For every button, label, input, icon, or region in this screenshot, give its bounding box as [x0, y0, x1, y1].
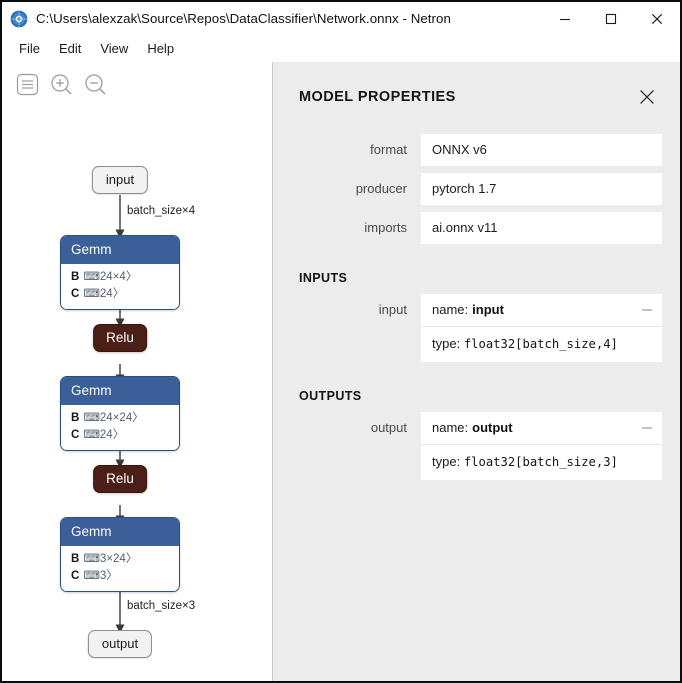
- node-attributes: B ⌨24×24〉 C ⌨24〉: [61, 405, 179, 450]
- field-value-imports[interactable]: ai.onnx v11: [421, 212, 662, 244]
- attribute-value: ⌨3×24〉: [83, 553, 138, 565]
- field-row-imports: imports ai.onnx v11: [273, 212, 680, 244]
- model-properties-fields: format ONNX v6 producer pytorch 1.7 impo…: [273, 134, 680, 244]
- node-title: Gemm: [61, 518, 179, 546]
- graph-node-relu-1[interactable]: Relu: [93, 324, 147, 352]
- node-label: output: [101, 636, 139, 651]
- graph-node-gemm-2[interactable]: Gemm B ⌨24×24〉 C ⌨24〉: [60, 376, 180, 451]
- title-bar: C:\Users\alexzak\Source\Repos\DataClassi…: [2, 2, 680, 35]
- window-title: C:\Users\alexzak\Source\Repos\DataClassi…: [36, 11, 451, 26]
- maximize-button[interactable]: [588, 2, 634, 35]
- node-attributes: B ⌨24×4〉 C ⌨24〉: [61, 264, 179, 309]
- io-name-prefix: name:: [432, 302, 469, 317]
- app-window: C:\Users\alexzak\Source\Repos\DataClassi…: [0, 0, 682, 683]
- attribute-value: ⌨24×4〉: [83, 271, 138, 283]
- menu-item-help[interactable]: Help: [138, 38, 183, 59]
- close-window-button[interactable]: [634, 2, 680, 35]
- io-name-value: input: [472, 302, 504, 317]
- node-label: input: [105, 172, 135, 187]
- io-name-row-output[interactable]: name: output: [421, 412, 662, 445]
- io-type-value: float32[batch_size,3]: [463, 455, 618, 469]
- io-type-row-output: type: float32[batch_size,3]: [421, 445, 662, 480]
- graph-canvas[interactable]: input batch_size×4 Gemm B⌨24×4〉 C⌨24〉: [2, 62, 272, 681]
- model-graph: input batch_size×4 Gemm B⌨24×4〉 C⌨24〉: [2, 62, 272, 681]
- menu-item-file[interactable]: File: [10, 38, 49, 59]
- netron-logo-icon: [10, 10, 28, 28]
- attribute-key: B: [71, 553, 80, 565]
- section-title-inputs: INPUTS: [299, 271, 348, 285]
- field-label: producer: [355, 181, 407, 196]
- attribute-value: ⌨24×24〉: [83, 412, 144, 424]
- graph-node-input[interactable]: input: [91, 166, 149, 194]
- attribute-key: C: [71, 570, 80, 582]
- graph-node-output[interactable]: output: [87, 630, 153, 658]
- close-icon[interactable]: [636, 86, 658, 108]
- edge-label-output: batch_size×3: [127, 600, 196, 612]
- main-body: input batch_size×4 Gemm B⌨24×4〉 C⌨24〉: [2, 62, 680, 681]
- io-name-value: output: [472, 420, 513, 435]
- panel-title: MODEL PROPERTIES: [299, 89, 456, 105]
- io-type-value: float32[batch_size,4]: [463, 337, 618, 351]
- attribute-value: ⌨24〉: [83, 429, 125, 441]
- attribute-row: B ⌨24×4〉: [71, 269, 169, 286]
- field-row-output: output name: output type: float32[batch_s…: [273, 412, 680, 480]
- attribute-key: B: [71, 271, 80, 283]
- node-label: Relu: [106, 330, 134, 345]
- menu-item-view[interactable]: View: [91, 38, 137, 59]
- field-label: output: [370, 420, 407, 435]
- attribute-row: C ⌨24〉: [71, 286, 169, 303]
- attribute-row: C ⌨3〉: [71, 568, 169, 585]
- io-card-input: name: input type: float32[batch_size,4]: [421, 294, 662, 362]
- field-label: input: [378, 302, 407, 317]
- node-title: Gemm: [61, 377, 179, 405]
- panel-header: MODEL PROPERTIES: [273, 62, 680, 108]
- io-name-prefix: name:: [432, 420, 469, 435]
- section-title-outputs: OUTPUTS: [299, 389, 362, 403]
- field-label: format: [370, 142, 407, 157]
- graph-node-gemm-3[interactable]: Gemm B ⌨3×24〉 C ⌨3〉: [60, 517, 180, 592]
- collapse-toggle-icon[interactable]: [642, 427, 652, 429]
- attribute-row: C ⌨24〉: [71, 427, 169, 444]
- attribute-key: C: [71, 288, 80, 300]
- field-value-producer[interactable]: pytorch 1.7: [421, 173, 662, 205]
- node-label: Relu: [106, 471, 134, 486]
- attribute-row: B ⌨24×24〉: [71, 410, 169, 427]
- attribute-value: ⌨3〉: [83, 570, 118, 582]
- node-title: Gemm: [61, 236, 179, 264]
- field-row-producer: producer pytorch 1.7: [273, 173, 680, 205]
- collapse-toggle-icon[interactable]: [642, 309, 652, 311]
- model-properties-panel: MODEL PROPERTIES format ONNX v6 producer…: [272, 62, 680, 681]
- attribute-value: ⌨24〉: [83, 288, 125, 300]
- io-type-row-input: type: float32[batch_size,4]: [421, 327, 662, 362]
- menu-item-edit[interactable]: Edit: [50, 38, 90, 59]
- attribute-key: C: [71, 429, 80, 441]
- attribute-key: B: [71, 412, 80, 424]
- io-card-output: name: output type: float32[batch_size,3]: [421, 412, 662, 480]
- field-value-format[interactable]: ONNX v6: [421, 134, 662, 166]
- graph-node-gemm-1[interactable]: Gemm B ⌨24×4〉 C ⌨24〉: [60, 235, 180, 310]
- graph-node-relu-2[interactable]: Relu: [93, 465, 147, 493]
- minimize-button[interactable]: [542, 2, 588, 35]
- io-type-prefix: type:: [432, 454, 461, 469]
- field-row-format: format ONNX v6: [273, 134, 680, 166]
- menu-bar: File Edit View Help: [2, 35, 680, 62]
- edge-label-input: batch_size×4: [127, 205, 196, 217]
- io-name-row-input[interactable]: name: input: [421, 294, 662, 327]
- window-controls: [542, 2, 680, 35]
- field-row-input: input name: input type: float32[batch_siz…: [273, 294, 680, 362]
- node-attributes: B ⌨3×24〉 C ⌨3〉: [61, 546, 179, 591]
- io-type-prefix: type:: [432, 336, 461, 351]
- field-label: imports: [364, 220, 407, 235]
- attribute-row: B ⌨3×24〉: [71, 551, 169, 568]
